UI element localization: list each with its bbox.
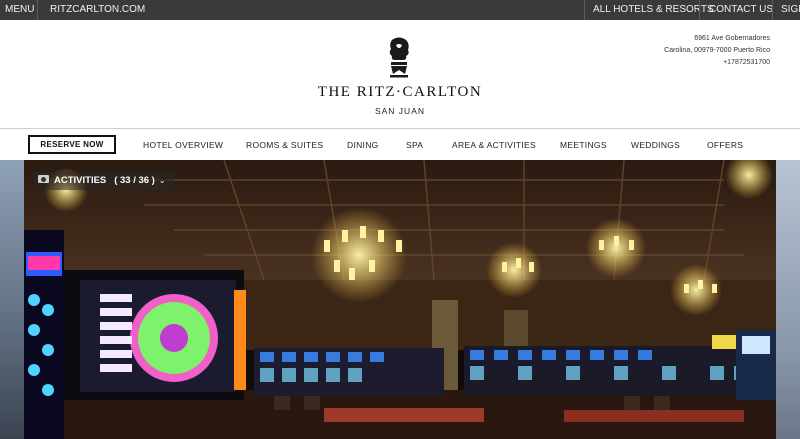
sign-in-link[interactable]: SIGN xyxy=(776,0,800,20)
nav-spa[interactable]: SPA xyxy=(406,140,423,150)
nav-weddings[interactable]: WEDDINGS xyxy=(631,140,680,150)
reserve-now-button[interactable]: RESERVE NOW xyxy=(28,135,116,154)
casino-photo-illustration xyxy=(24,160,776,439)
casino-photo xyxy=(24,160,776,439)
previous-slide-preview[interactable] xyxy=(0,160,24,439)
ritzcarlton-link[interactable]: RITZCARLTON.COM xyxy=(45,0,150,20)
nav-offers[interactable]: OFFERS xyxy=(707,140,743,150)
gallery-category-selector[interactable]: ACTIVITIES ( 33 / 36 ) ⌄ xyxy=(34,172,174,190)
nav-meetings[interactable]: MEETINGS xyxy=(560,140,607,150)
divider xyxy=(772,0,773,20)
chevron-down-icon: ⌄ xyxy=(158,176,166,185)
address-line: Carolina, 00979-7000 Puerto Rico xyxy=(664,47,770,54)
divider xyxy=(699,0,700,20)
hero-gallery[interactable] xyxy=(0,160,800,439)
main-nav: RESERVE NOW HOTEL OVERVIEW ROOMS & SUITE… xyxy=(0,130,800,160)
brand-name: THE RITZ·CARLTON xyxy=(317,84,483,100)
lion-crown-logo-icon[interactable] xyxy=(383,36,415,78)
contact-us-link[interactable]: CONTACT US xyxy=(704,0,778,20)
nav-rooms-suites[interactable]: ROOMS & SUITES xyxy=(246,140,323,150)
address-line: 6961 Ave Gobernadores xyxy=(694,35,770,42)
gallery-counter: ( 33 / 36 ) xyxy=(114,175,155,186)
phone-number[interactable]: +17872531700 xyxy=(664,57,770,69)
nav-hotel-overview[interactable]: HOTEL OVERVIEW xyxy=(143,140,223,150)
nav-area-activities[interactable]: AREA & ACTIVITIES xyxy=(452,140,536,150)
hotel-address: 6961 Ave Gobernadores Carolina, 00979-70… xyxy=(664,33,770,69)
divider xyxy=(37,0,38,20)
top-utility-bar: MENU RITZCARLTON.COM ALL HOTELS & RESORT… xyxy=(0,0,800,20)
divider xyxy=(584,0,585,20)
site-header: THE RITZ·CARLTON SAN JUAN 6961 Ave Gober… xyxy=(0,20,800,129)
menu-button[interactable]: MENU xyxy=(0,0,39,20)
gallery-category-label: ACTIVITIES xyxy=(54,175,107,186)
nav-dining[interactable]: DINING xyxy=(347,140,379,150)
camera-icon xyxy=(38,175,49,183)
hotel-location: SAN JUAN xyxy=(374,106,426,116)
next-slide-preview[interactable] xyxy=(776,160,800,439)
